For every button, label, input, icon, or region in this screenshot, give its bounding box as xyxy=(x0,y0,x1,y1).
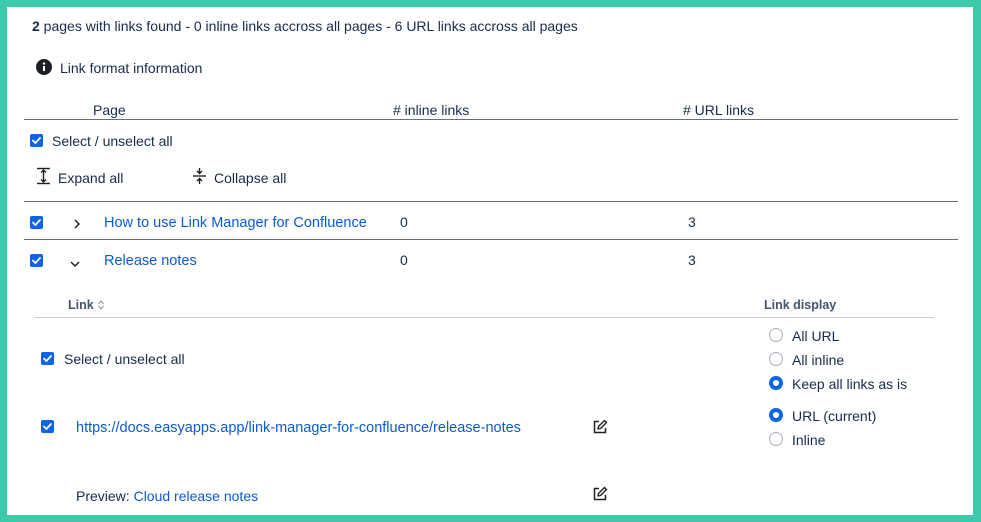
column-header-inline-links: # inline links xyxy=(393,102,470,118)
link-url[interactable]: https://docs.easyapps.app/link-manager-f… xyxy=(76,420,521,436)
select-all-label[interactable]: Select / unselect all xyxy=(52,133,173,149)
edit-preview-icon[interactable] xyxy=(592,486,608,502)
expand-all-button[interactable]: Expand all xyxy=(58,170,123,186)
select-all-checkbox[interactable] xyxy=(30,134,43,147)
radio-url-current-label[interactable]: URL (current) xyxy=(792,408,876,424)
url-count: 3 xyxy=(688,252,696,268)
preview-line: Preview: Cloud release notes xyxy=(76,488,258,504)
sort-icon[interactable] xyxy=(98,299,105,313)
detail-select-all-checkbox[interactable] xyxy=(41,352,54,365)
row-divider xyxy=(24,201,958,202)
row-divider xyxy=(24,239,958,240)
summary-text: pages with links found - 0 inline links … xyxy=(39,18,578,34)
chevron-down-icon[interactable] xyxy=(69,256,81,268)
link-manager-panel: 2 pages with links found - 0 inline link… xyxy=(7,7,973,515)
collapse-all-button[interactable]: Collapse all xyxy=(214,170,286,186)
page-link[interactable]: Release notes xyxy=(104,253,197,269)
page-link[interactable]: How to use Link Manager for Confluence xyxy=(104,215,367,231)
detail-select-all-label[interactable]: Select / unselect all xyxy=(64,351,185,367)
detail-header-divider xyxy=(35,317,934,318)
header-divider xyxy=(24,119,958,120)
column-header-page: Page xyxy=(93,102,126,118)
inline-count: 0 xyxy=(400,252,408,268)
radio-inline[interactable] xyxy=(769,432,783,446)
chevron-right-icon[interactable] xyxy=(72,217,82,229)
link-display-header: Link display xyxy=(764,298,837,312)
link-column-header[interactable]: Link xyxy=(68,298,105,313)
link-format-info-label[interactable]: Link format information xyxy=(60,60,202,76)
summary-line: 2 pages with links found - 0 inline link… xyxy=(32,18,578,34)
radio-all-inline[interactable] xyxy=(769,352,783,366)
row-checkbox[interactable] xyxy=(30,254,43,267)
radio-all-inline-label[interactable]: All inline xyxy=(792,352,844,368)
inline-count: 0 xyxy=(400,214,408,230)
preview-label: Preview: xyxy=(76,488,134,504)
link-column-label: Link xyxy=(68,298,94,312)
radio-url-current[interactable] xyxy=(769,408,783,422)
preview-link[interactable]: Cloud release notes xyxy=(134,488,259,504)
collapse-all-icon[interactable] xyxy=(192,167,207,185)
expand-all-icon[interactable] xyxy=(36,167,51,185)
url-count: 3 xyxy=(688,214,696,230)
radio-all-url-label[interactable]: All URL xyxy=(792,328,839,344)
summary-count: 2 xyxy=(32,18,40,34)
column-header-url-links: # URL links xyxy=(683,102,755,118)
radio-keep-as-is[interactable] xyxy=(769,376,783,390)
link-checkbox[interactable] xyxy=(41,420,54,433)
row-checkbox[interactable] xyxy=(30,216,43,229)
radio-all-url[interactable] xyxy=(769,328,783,342)
edit-link-icon[interactable] xyxy=(592,419,608,435)
info-icon[interactable] xyxy=(36,59,52,75)
radio-keep-as-is-label[interactable]: Keep all links as is xyxy=(792,376,907,392)
radio-inline-label[interactable]: Inline xyxy=(792,432,825,448)
